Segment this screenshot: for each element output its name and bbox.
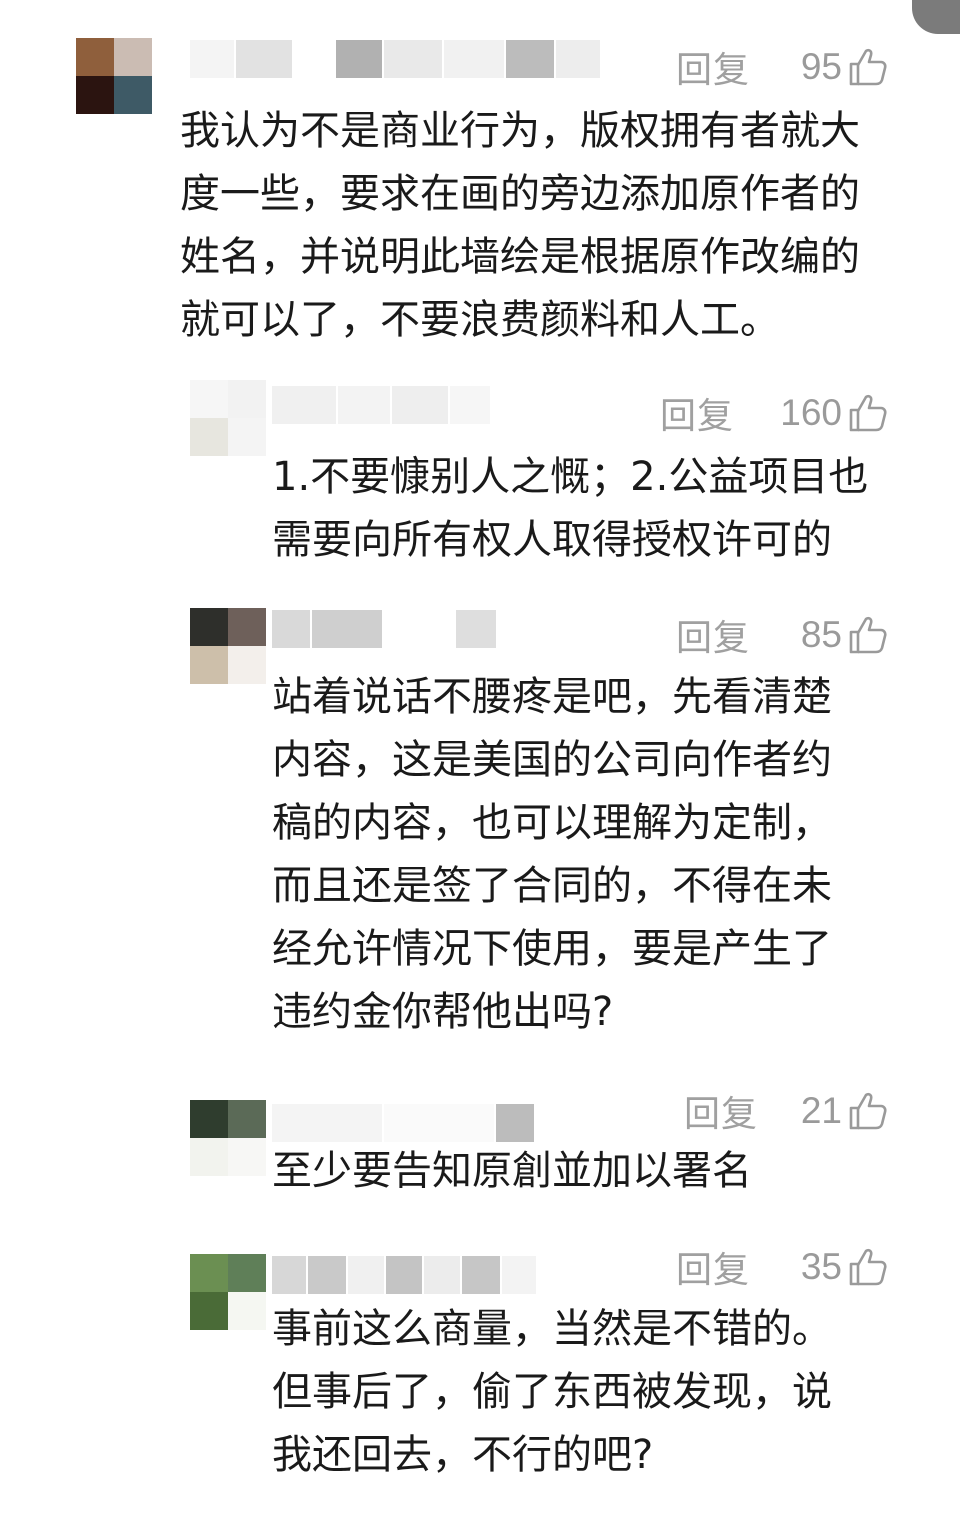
like-count: 21 — [800, 1090, 843, 1131]
username-blurred[interactable] — [272, 386, 490, 424]
reply-item: 回复 35 事前这么商量，当然是不错的。 但事后了，偷了东西被发现，说 我还回去… — [0, 1240, 960, 1515]
reply-button[interactable]: 回复 — [684, 1085, 758, 1137]
reply-text: 至少要告知原創並加以署名 — [272, 1148, 752, 1194]
comment-item: 回复 95 我认为不是商业行为，版权拥有者就大 度一些，要求在画的旁边添加原作者… — [0, 0, 960, 360]
reply-button[interactable]: 回复 — [660, 387, 734, 439]
thumbs-up-icon[interactable] — [848, 1091, 888, 1131]
reply-text: 站着说话不腰疼是吧，先看清楚 内容，这是美国的公司向作者约 稿的内容，也可以理解… — [272, 674, 832, 1035]
like-count: 95 — [800, 46, 843, 87]
thumbs-up-icon[interactable] — [848, 615, 888, 655]
username-blurred[interactable] — [272, 1256, 536, 1294]
thumbs-up-icon[interactable] — [848, 393, 888, 433]
avatar[interactable] — [190, 1100, 266, 1176]
comment-actions: 回复 85 — [676, 610, 896, 660]
reply-button[interactable]: 回复 — [676, 41, 750, 93]
reply-button[interactable]: 回复 — [676, 609, 750, 661]
reply-item: 回复 85 站着说话不腰疼是吧，先看清楚 内容，这是美国的公司向作者约 稿的内容… — [0, 600, 960, 1060]
comment-actions: 回复 160 — [660, 388, 896, 438]
reply-item: 回复 160 1.不要慷别人之慨；2.公益项目也 需要向所有权人取得授权许可的 — [0, 370, 960, 580]
like-count: 160 — [780, 392, 843, 433]
username-blurred[interactable] — [272, 610, 496, 648]
like-count: 85 — [800, 614, 843, 655]
avatar[interactable] — [190, 608, 266, 684]
reply-text: 事前这么商量，当然是不错的。 但事后了，偷了东西被发现，说 我还回去，不行的吧? — [272, 1306, 832, 1478]
reply-button[interactable]: 回复 — [676, 1241, 750, 1293]
reply-text: 1.不要慷别人之慨；2.公益项目也 需要向所有权人取得授权许可的 — [272, 454, 869, 563]
avatar[interactable] — [190, 380, 266, 456]
avatar[interactable] — [76, 38, 152, 114]
like-count: 35 — [800, 1246, 843, 1287]
comment-actions: 回复 35 — [676, 1242, 896, 1292]
avatar[interactable] — [190, 1254, 266, 1330]
comment-actions: 回复 95 — [676, 42, 896, 92]
thumbs-up-icon[interactable] — [848, 1247, 888, 1287]
reply-item: 回复 21 至少要告知原創並加以署名 — [0, 1078, 960, 1228]
thumbs-up-icon[interactable] — [848, 47, 888, 87]
comment-text: 我认为不是商业行为，版权拥有者就大 度一些，要求在画的旁边添加原作者的 姓名，并… — [180, 108, 860, 343]
username-blurred[interactable] — [272, 1104, 534, 1142]
comment-actions: 回复 21 — [684, 1086, 896, 1136]
username-blurred[interactable] — [190, 40, 600, 78]
